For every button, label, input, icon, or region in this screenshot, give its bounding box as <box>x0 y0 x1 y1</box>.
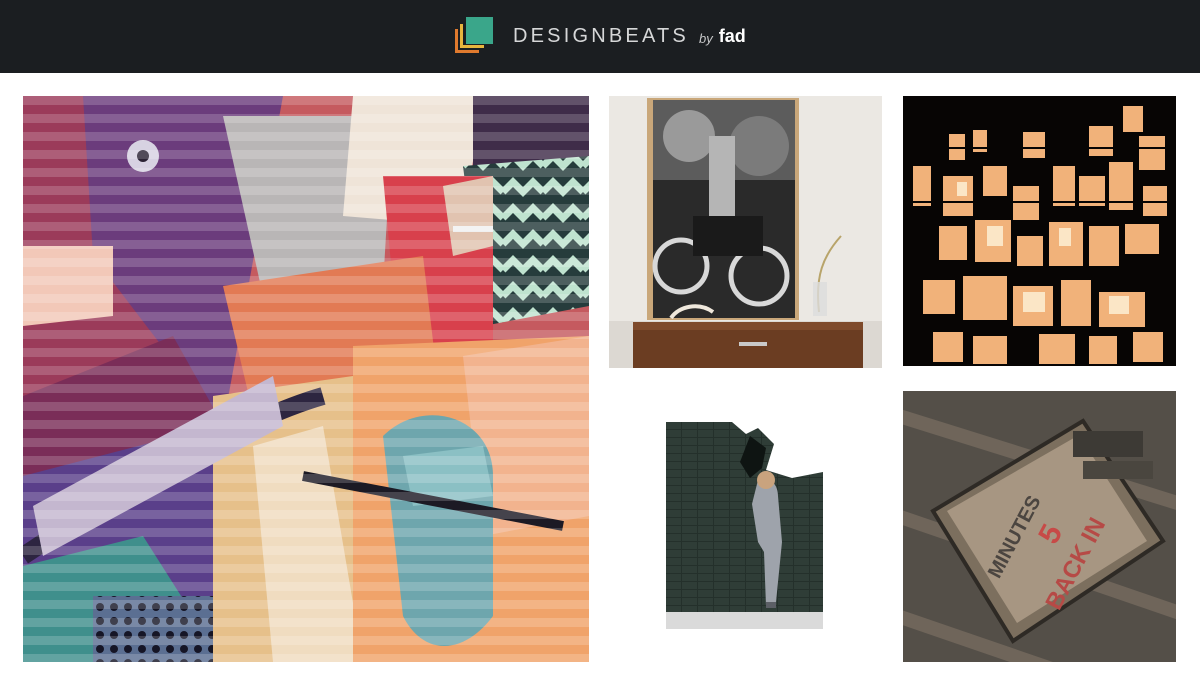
mural-artwork-image[interactable] <box>23 96 589 662</box>
lit-windows-collage-illustration <box>903 96 1176 366</box>
brand-fad: fad <box>718 25 746 46</box>
motorcycle-print-cabinet-illustration <box>609 96 882 368</box>
brand-name: DESIGNBEATS <box>513 24 689 47</box>
designbeats-logo-icon <box>455 16 495 56</box>
brand-logo-link[interactable]: DESIGNBEATS by fad <box>455 16 746 56</box>
mural-artwork-illustration <box>23 96 589 662</box>
motorcycle-print-cabinet-image[interactable] <box>609 96 882 368</box>
brick-wall-girl-image[interactable] <box>666 422 823 629</box>
brick-wall-girl-illustration <box>666 422 823 629</box>
top-header: DESIGNBEATS by fad <box>0 0 1200 73</box>
letterpress-type-illustration: MINUTES 5 BACK IN <box>903 391 1176 662</box>
lit-windows-collage-image[interactable] <box>903 96 1176 366</box>
letterpress-type-image[interactable]: MINUTES 5 BACK IN <box>903 391 1176 662</box>
brand-by: by <box>698 30 713 46</box>
